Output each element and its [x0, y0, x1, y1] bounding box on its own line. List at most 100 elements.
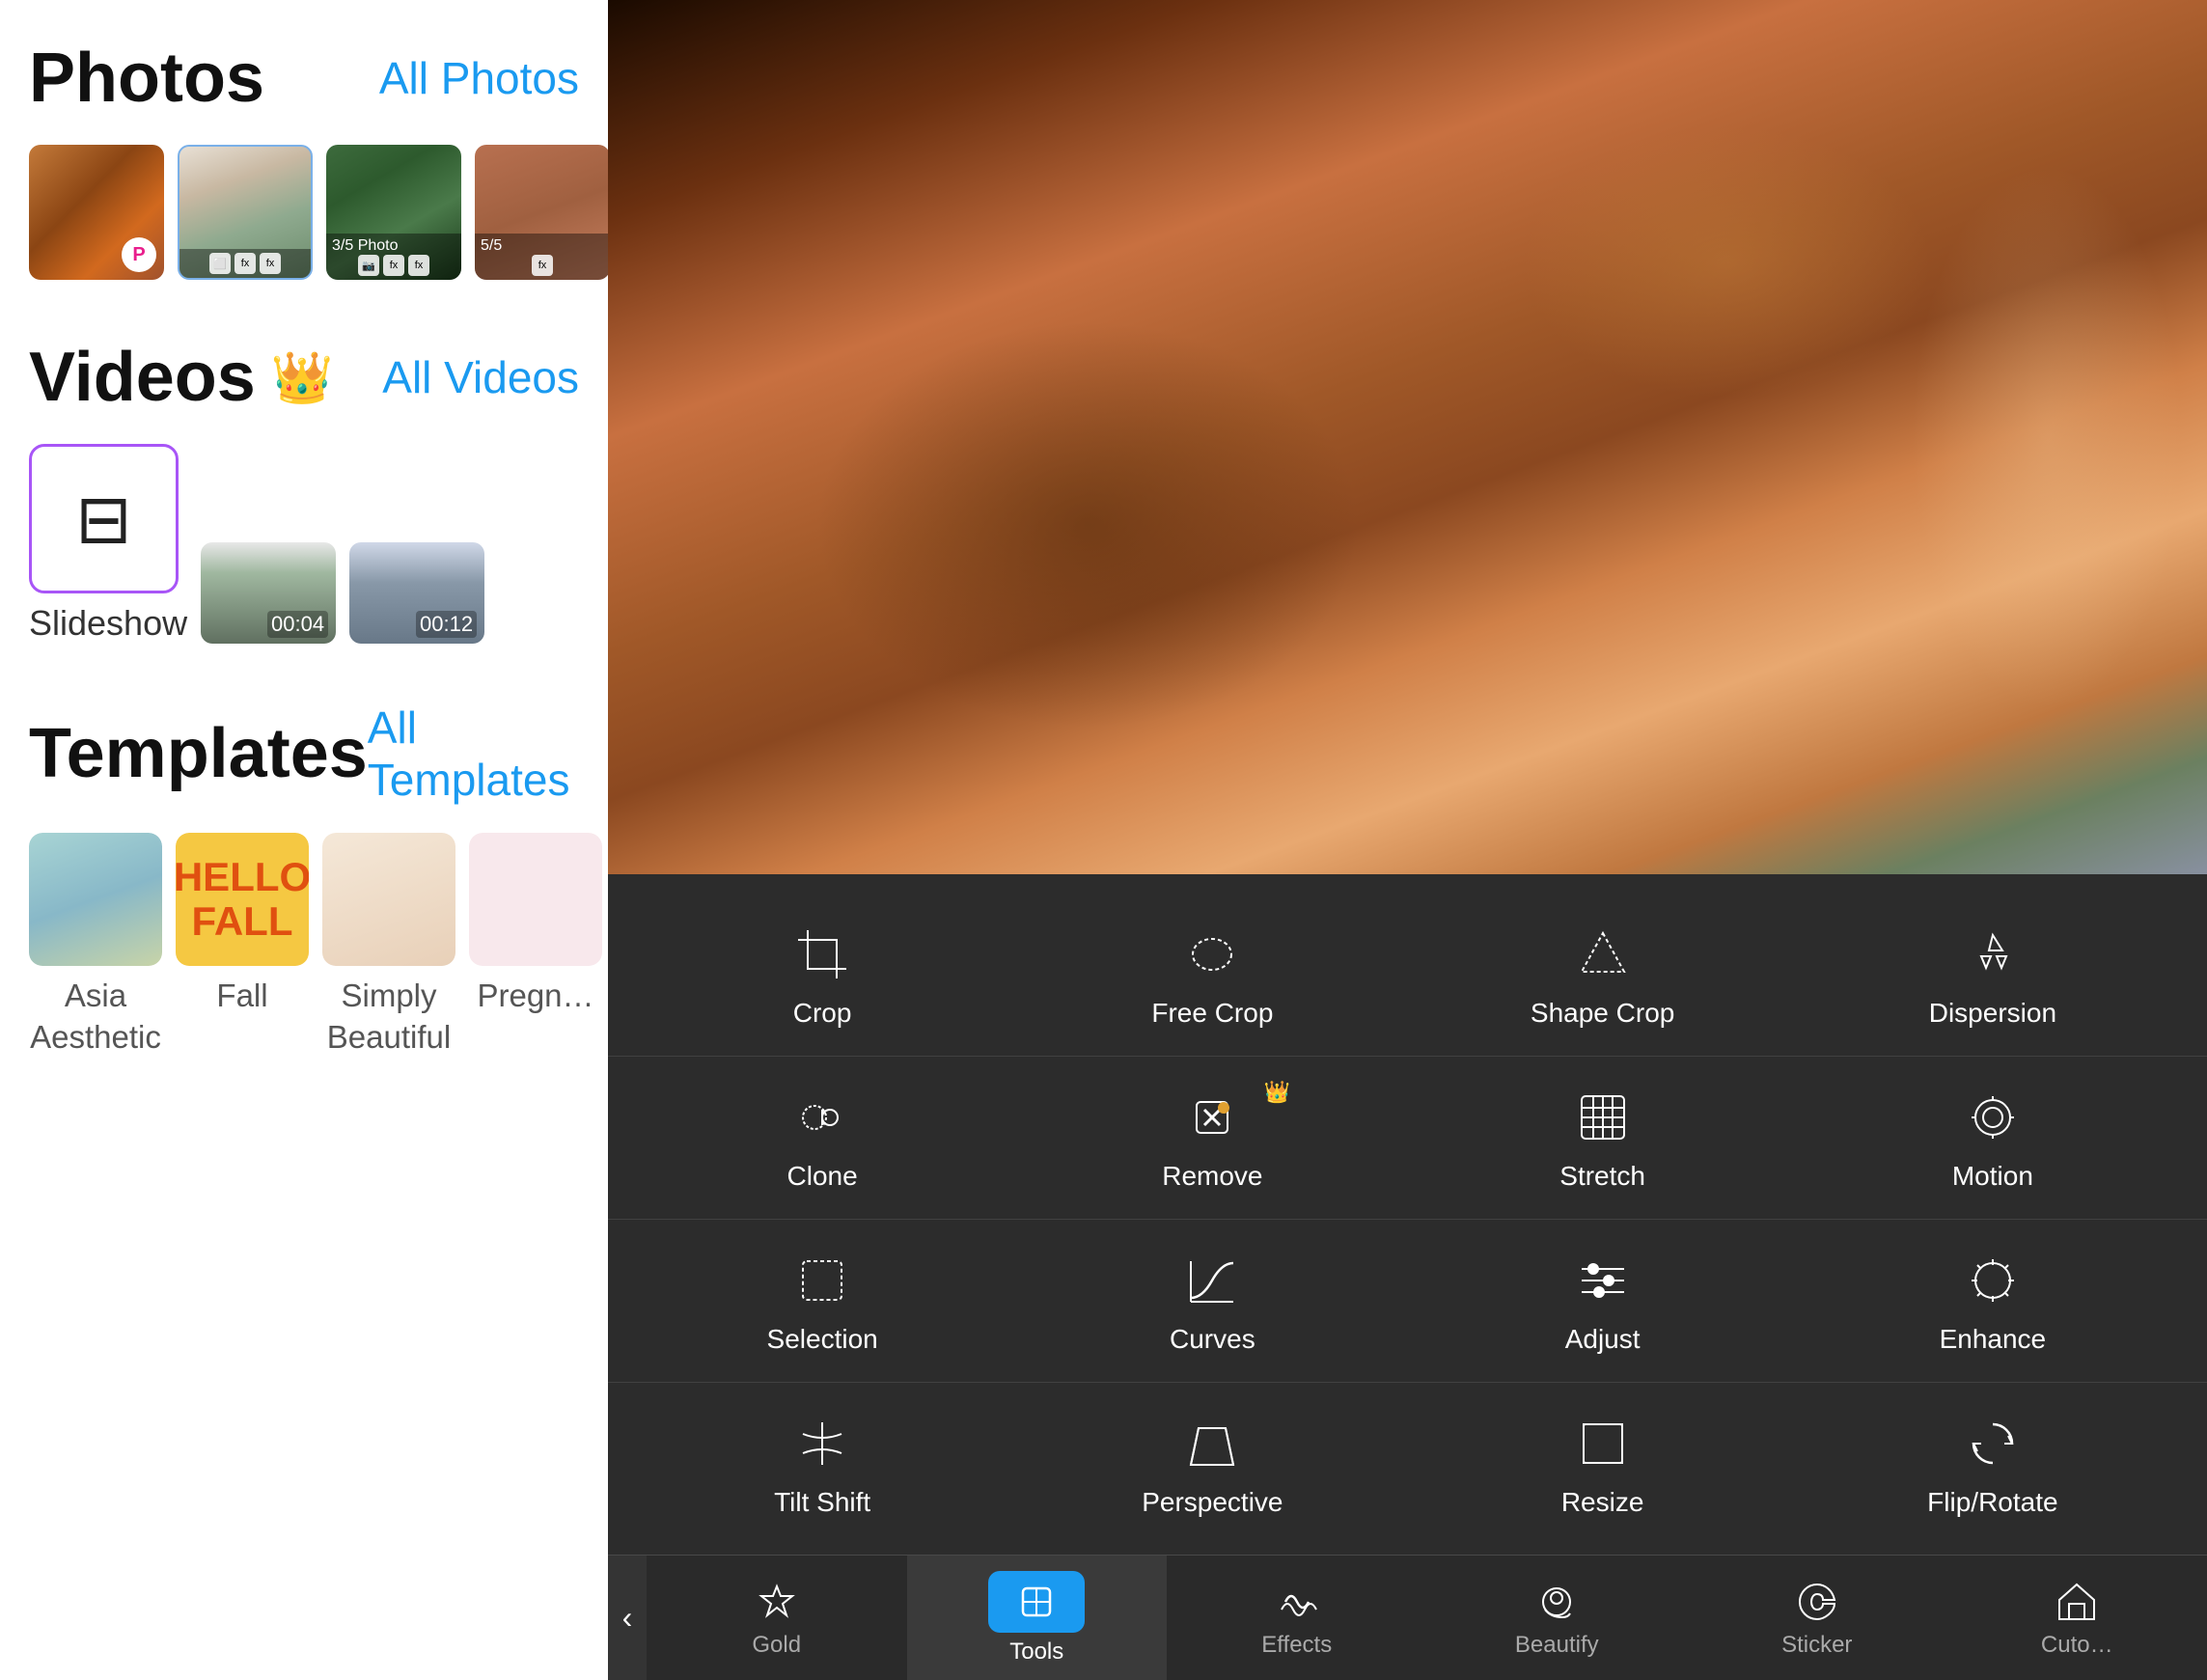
- hello-fall-text: HELLOFALL: [176, 855, 309, 944]
- mini-icon-5: fx: [383, 255, 404, 276]
- crop-label: Crop: [793, 998, 852, 1029]
- nav-cutout-label: Cuto…: [2041, 1632, 2113, 1659]
- tool-flip-rotate[interactable]: Flip/Rotate: [1798, 1392, 2188, 1535]
- tool-shape-crop[interactable]: Shape Crop: [1408, 903, 1798, 1046]
- tool-remove[interactable]: 👑 Remove: [1017, 1066, 1407, 1209]
- nav-effects-label: Effects: [1261, 1632, 1332, 1659]
- mini-icon-1: ⬜: [209, 253, 231, 274]
- template-card-simply[interactable]: Simply Beautiful: [322, 833, 455, 1059]
- template-card-fall[interactable]: HELLOFALL Fall: [176, 833, 309, 1017]
- nav-sticker[interactable]: Sticker: [1687, 1556, 1947, 1680]
- nav-beautify[interactable]: Beautify: [1427, 1556, 1688, 1680]
- slideshow-thumb[interactable]: ⊟: [29, 444, 179, 593]
- tool-free-crop[interactable]: Free Crop: [1017, 903, 1407, 1046]
- mini-icon-6: fx: [408, 255, 429, 276]
- tilt-shift-label: Tilt Shift: [774, 1487, 870, 1518]
- image-area: [608, 0, 2207, 874]
- remove-label: Remove: [1162, 1161, 1262, 1192]
- shape-crop-label: Shape Crop: [1531, 998, 1674, 1029]
- remove-icon: [1178, 1084, 1246, 1151]
- nav-cutout[interactable]: Cuto…: [1947, 1556, 2207, 1680]
- mini-icon-2: fx: [234, 253, 256, 274]
- dispersion-icon: [1959, 921, 2027, 988]
- clone-icon: [788, 1084, 856, 1151]
- tool-curves[interactable]: Curves: [1017, 1229, 1407, 1372]
- nav-effects[interactable]: Effects: [1167, 1556, 1427, 1680]
- resize-label: Resize: [1561, 1487, 1644, 1518]
- tool-tilt-shift[interactable]: Tilt Shift: [627, 1392, 1017, 1535]
- template-label-pregn: Pregn…: [469, 976, 602, 1017]
- photo-thumb-3[interactable]: 3/5 Photo 📷 fx fx: [326, 145, 461, 280]
- nav-beautify-label: Beautify: [1515, 1632, 1599, 1659]
- all-templates-link[interactable]: All Templates: [368, 702, 579, 806]
- selection-label: Selection: [767, 1324, 878, 1355]
- tool-resize[interactable]: Resize: [1408, 1392, 1798, 1535]
- enhance-label: Enhance: [1940, 1324, 2047, 1355]
- tool-enhance[interactable]: Enhance: [1798, 1229, 2188, 1372]
- mini-icon-7: fx: [532, 255, 553, 276]
- all-photos-link[interactable]: All Photos: [379, 52, 579, 104]
- slideshow-label: Slideshow: [29, 603, 187, 644]
- template-img-pregn: [469, 833, 602, 966]
- slideshow-container: ⊟ Slideshow: [29, 444, 187, 644]
- slideshow-play-icon: ⊟: [75, 485, 132, 553]
- photo-thumb-1[interactable]: P: [29, 145, 164, 280]
- tool-clone[interactable]: Clone: [627, 1066, 1017, 1209]
- nav-sticker-label: Sticker: [1781, 1632, 1852, 1659]
- crop-icon: [788, 921, 856, 988]
- perspective-icon: [1178, 1410, 1246, 1477]
- tool-stretch[interactable]: Stretch: [1408, 1066, 1798, 1209]
- photo-counter-3: 3/5 Photo: [332, 237, 455, 255]
- left-panel: Photos All Photos P ⬜ fx fx 3/5 Photo 📷 …: [0, 0, 608, 1680]
- beautify-icon: [1532, 1578, 1581, 1626]
- motion-icon: [1959, 1084, 2027, 1151]
- templates-section-header: Templates All Templates: [29, 702, 579, 806]
- tool-selection[interactable]: Selection: [627, 1229, 1017, 1372]
- nav-tools-label: Tools: [1009, 1639, 1063, 1666]
- tool-motion[interactable]: Motion: [1798, 1066, 2188, 1209]
- selection-icon: [788, 1247, 856, 1314]
- adjust-icon: [1569, 1247, 1637, 1314]
- photo-overlay-4: 5/5 fx: [475, 234, 608, 280]
- templates-title: Templates: [29, 714, 368, 793]
- videos-section-header: Videos 👑 All Videos: [29, 338, 579, 417]
- tool-dispersion[interactable]: Dispersion: [1798, 903, 2188, 1046]
- right-panel: Crop Free Crop Shape Crop: [608, 0, 2207, 1680]
- video-thumb-house[interactable]: 00:12: [349, 542, 484, 644]
- dispersion-label: Dispersion: [1929, 998, 2056, 1029]
- template-img-fall: HELLOFALL: [176, 833, 309, 966]
- photos-title: Photos: [29, 39, 264, 118]
- template-label-asia: Asia Aesthetic: [29, 976, 162, 1059]
- videos-title: Videos 👑: [29, 338, 334, 417]
- resize-icon: [1569, 1410, 1637, 1477]
- mini-icon-4: 📷: [358, 255, 379, 276]
- photo-overlay-3: 3/5 Photo 📷 fx fx: [326, 234, 461, 280]
- tool-crop[interactable]: Crop: [627, 903, 1017, 1046]
- clone-label: Clone: [787, 1161, 858, 1192]
- photos-row: P ⬜ fx fx 3/5 Photo 📷 fx fx: [29, 145, 579, 280]
- photo-thumb-2[interactable]: ⬜ fx fx: [178, 145, 313, 280]
- nav-gold[interactable]: Gold: [647, 1556, 907, 1680]
- picsart-logo: P: [122, 237, 156, 272]
- nav-back-button[interactable]: ‹: [608, 1556, 647, 1680]
- all-videos-link[interactable]: All Videos: [382, 351, 579, 403]
- shape-crop-icon: [1569, 921, 1637, 988]
- photo-overlay-2: ⬜ fx fx: [179, 249, 311, 278]
- remove-crown-icon: 👑: [1264, 1080, 1290, 1105]
- tool-perspective[interactable]: Perspective: [1017, 1392, 1407, 1535]
- photo-counter-4: 5/5: [481, 237, 604, 255]
- videos-row: ⊟ Slideshow 00:04 00:12: [29, 444, 579, 644]
- template-card-pregn[interactable]: Pregn…: [469, 833, 602, 1017]
- gold-icon: [753, 1578, 801, 1626]
- nav-tools[interactable]: Tools: [907, 1556, 1168, 1680]
- tool-adjust[interactable]: Adjust: [1408, 1229, 1798, 1372]
- video-thumb-forest[interactable]: 00:04: [201, 542, 336, 644]
- video-duration-1: 00:04: [267, 611, 328, 638]
- template-card-asia[interactable]: Asia Aesthetic: [29, 833, 162, 1059]
- motion-label: Motion: [1952, 1161, 2033, 1192]
- template-img-simply: [322, 833, 455, 966]
- photo-thumb-4[interactable]: 5/5 fx: [475, 145, 608, 280]
- flip-rotate-icon: [1959, 1410, 2027, 1477]
- tools-row-1: Crop Free Crop Shape Crop: [608, 894, 2207, 1057]
- bottom-nav: ‹ Gold Tools Effects: [608, 1555, 2207, 1680]
